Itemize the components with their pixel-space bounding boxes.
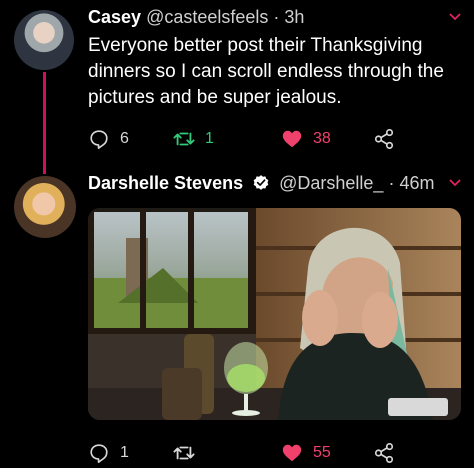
reply-icon xyxy=(90,444,108,463)
like-count: 38 xyxy=(313,130,331,147)
timestamp[interactable]: 3h xyxy=(284,7,304,27)
display-name[interactable]: Darshelle Stevens xyxy=(88,173,243,193)
retweet-button[interactable]: 1 xyxy=(173,127,214,151)
tweet-actions: 1 55 xyxy=(88,441,428,465)
retweet-icon xyxy=(173,132,195,146)
user-handle[interactable]: @casteelsfeels xyxy=(146,7,268,27)
like-button[interactable]: 55 xyxy=(281,441,331,465)
share-button[interactable] xyxy=(373,127,395,151)
heart-icon xyxy=(282,130,302,148)
share-icon xyxy=(374,129,394,149)
tweet-text: Everyone better post their Thanksgiving … xyxy=(88,35,444,108)
tweet-photo[interactable] xyxy=(88,208,461,420)
like-count: 55 xyxy=(313,444,331,461)
reply-count: 6 xyxy=(120,130,129,147)
like-button[interactable]: 38 xyxy=(281,127,331,151)
reply-count: 1 xyxy=(120,444,129,461)
reply-button[interactable]: 1 xyxy=(88,441,129,465)
timestamp[interactable]: 46m xyxy=(399,173,434,193)
tweet-header: Casey @casteelsfeels · 3h xyxy=(88,6,304,28)
chevron-down-icon[interactable] xyxy=(448,176,462,190)
reply-icon xyxy=(90,130,108,149)
tweet-header: Darshelle Stevens @Darshelle_ · 46m xyxy=(88,172,435,194)
timeline: Casey @casteelsfeels · 3h Everyone bette… xyxy=(0,0,474,468)
separator-dot: · xyxy=(273,7,280,27)
avatar[interactable] xyxy=(14,10,74,70)
avatar[interactable] xyxy=(14,176,76,238)
chevron-down-icon[interactable] xyxy=(448,10,462,24)
verified-badge-icon xyxy=(253,175,269,190)
heart-icon xyxy=(282,444,302,462)
display-name[interactable]: Casey xyxy=(88,7,141,27)
tweet-actions: 6 1 38 xyxy=(88,127,428,151)
retweet-icon xyxy=(173,446,195,460)
share-icon xyxy=(374,443,394,463)
photo-image xyxy=(88,208,461,420)
user-handle[interactable]: @Darshelle_ xyxy=(279,173,383,193)
retweet-count: 1 xyxy=(205,130,214,147)
share-button[interactable] xyxy=(373,441,395,465)
retweet-button[interactable] xyxy=(173,441,205,465)
thread-connector-line xyxy=(43,72,46,174)
reply-button[interactable]: 6 xyxy=(88,127,129,151)
separator-dot: · xyxy=(388,173,395,193)
